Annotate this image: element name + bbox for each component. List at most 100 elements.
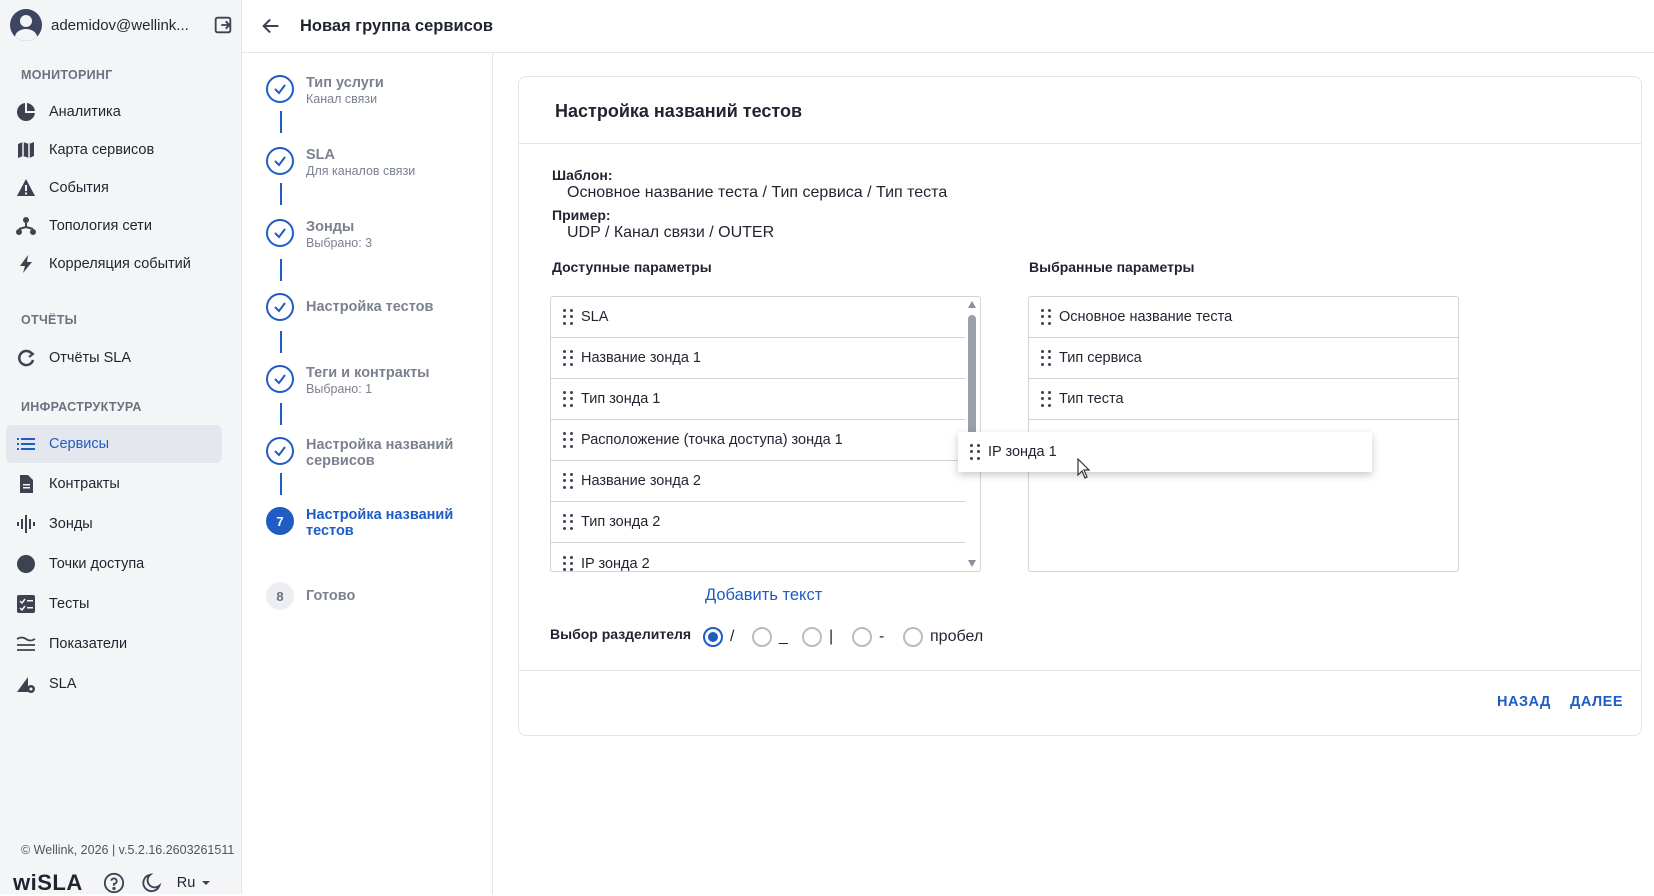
drag-handle-icon[interactable] [563, 309, 573, 325]
sidebar-item-tests[interactable]: Тесты [6, 585, 222, 623]
list-item-label: Название зонда 1 [581, 350, 702, 366]
step-title: SLA [306, 147, 335, 163]
page-header: Новая группа сервисов [242, 0, 1654, 53]
sidebar-item-probes[interactable]: Зонды [6, 505, 222, 543]
sla-gear-icon [15, 673, 37, 695]
list-item[interactable]: Название зонда 2 [551, 461, 967, 502]
drag-handle-icon[interactable] [563, 391, 573, 407]
drag-handle-icon[interactable] [563, 432, 573, 448]
sidebar-item-label: Показатели [49, 636, 128, 652]
drag-handle-icon[interactable] [563, 555, 573, 571]
scroll-thumb[interactable] [968, 315, 976, 437]
sidebar-item-analytics[interactable]: Аналитика [6, 93, 222, 131]
list-item-label: Расположение (точка доступа) зонда 1 [581, 432, 843, 448]
list-item[interactable]: Тип зонда 2 [551, 502, 967, 543]
step-connector [280, 403, 282, 425]
step-test-names[interactable]: 7 Настройка названий тестов [266, 507, 486, 547]
selected-params-title: Выбранные параметры [1029, 259, 1195, 275]
circle-icon [15, 553, 37, 575]
radio-unchecked-icon[interactable] [903, 627, 923, 647]
radio-unchecked-icon[interactable] [852, 627, 872, 647]
sidebar-item-topology[interactable]: Топология сети [6, 207, 222, 245]
sidebar-item-sla[interactable]: SLA [6, 665, 222, 703]
sidebar-item-label: Топология сети [49, 218, 152, 234]
sidebar-item-correlation[interactable]: Корреляция событий [6, 245, 222, 283]
drag-handle-icon[interactable] [563, 350, 573, 366]
sidebar-item-label: Точки доступа [49, 556, 145, 572]
list-item[interactable]: SLA [551, 297, 967, 338]
step-title: Настройка названий тестов [306, 507, 454, 539]
drag-handle-icon[interactable] [563, 473, 573, 489]
help-icon[interactable] [103, 872, 125, 894]
step-service-names[interactable]: Настройка названий сервисов [266, 437, 486, 477]
separator-radio-dash[interactable]: - [852, 627, 884, 647]
back-button[interactable]: НАЗАД [1497, 694, 1551, 710]
list-item[interactable]: Тип сервиса [1029, 338, 1458, 379]
language-select[interactable]: Ru [177, 875, 214, 891]
sidebar: ademidov@wellink... МОНИТОРИНГ Аналитика… [0, 0, 242, 895]
step-subtitle: Для каналов связи [306, 164, 416, 178]
step-number: 8 [266, 582, 294, 610]
separator-label: Выбор разделителя [550, 626, 692, 642]
list-item-label: SLA [581, 309, 609, 325]
step-tags-contracts[interactable]: Теги и контракты Выбрано: 1 [266, 365, 486, 405]
list-item[interactable]: Расположение (точка доступа) зонда 1 [551, 420, 967, 461]
drag-handle-icon[interactable] [1041, 350, 1051, 366]
list-item[interactable]: Тип зонда 1 [551, 379, 967, 420]
add-text-link[interactable]: Добавить текст [705, 586, 822, 605]
back-arrow-icon[interactable] [260, 15, 282, 37]
moon-icon[interactable] [141, 872, 163, 894]
step-tests-setup[interactable]: Настройка тестов [266, 293, 486, 323]
check-icon [266, 147, 294, 175]
list-item[interactable]: IP зонда 2 [551, 543, 967, 571]
sidebar-item-label: Отчёты SLA [49, 350, 132, 366]
dragging-item[interactable]: IP зонда 1 [958, 432, 1372, 472]
list-item[interactable]: Основное название теста [1029, 297, 1458, 338]
next-button[interactable]: ДАЛЕЕ [1570, 694, 1623, 710]
separator-radio-slash[interactable]: / [703, 627, 734, 647]
radio-label: | [829, 628, 834, 645]
list-item-label: Тип сервиса [1059, 350, 1142, 366]
scroll-down-arrow-icon[interactable] [968, 560, 976, 567]
drag-handle-icon[interactable] [1041, 309, 1051, 325]
separator-radio-space[interactable]: пробел [903, 627, 983, 647]
available-params-list[interactable]: SLA Название зонда 1 Тип зонда 1 Располо… [550, 296, 981, 572]
language-label: Ru [176, 875, 196, 891]
user-menu[interactable]: ademidov@wellink... [10, 8, 234, 42]
mouse-cursor-icon [1077, 458, 1091, 479]
step-subtitle: Выбрано: 1 [306, 382, 373, 396]
sidebar-item-label: Тесты [49, 596, 90, 612]
template-value: Основное название теста / Тип сервиса / … [567, 184, 948, 201]
sidebar-item-sla-reports[interactable]: Отчёты SLA [6, 339, 222, 377]
template-label: Шаблон: [552, 167, 613, 183]
scroll-up-arrow-icon[interactable] [968, 301, 976, 308]
step-service-type[interactable]: Тип услуги Канал связи [266, 75, 486, 115]
step-connector [280, 183, 282, 205]
sidebar-footer: wiSLA Ru [13, 870, 233, 895]
radio-unchecked-icon[interactable] [752, 627, 772, 647]
step-probes[interactable]: Зонды Выбрано: 3 [266, 219, 486, 259]
sidebar-item-metrics[interactable]: Показатели [6, 625, 222, 663]
step-title: Настройка тестов [306, 299, 434, 315]
separator-radio-pipe[interactable]: | [802, 627, 833, 647]
radio-unchecked-icon[interactable] [802, 627, 822, 647]
list-item[interactable]: Тип теста [1029, 379, 1458, 420]
step-subtitle: Канал связи [306, 92, 378, 106]
radio-checked-icon[interactable] [703, 627, 723, 647]
pie-chart-icon [15, 101, 37, 123]
drag-handle-icon[interactable] [1041, 391, 1051, 407]
probe-wave-icon [15, 513, 37, 535]
separator-radio-underscore[interactable]: _ [752, 627, 788, 647]
step-connector [280, 473, 282, 495]
sidebar-item-service-map[interactable]: Карта сервисов [6, 131, 222, 169]
sidebar-item-services[interactable]: Сервисы [6, 425, 222, 463]
drag-handle-icon[interactable] [563, 514, 573, 530]
sidebar-item-contracts[interactable]: Контракты [6, 465, 222, 503]
drag-handle-icon[interactable] [970, 444, 980, 460]
step-title: Настройка названий сервисов [306, 437, 454, 469]
logout-icon[interactable] [212, 14, 234, 36]
sidebar-item-access-points[interactable]: Точки доступа [6, 545, 222, 583]
step-sla[interactable]: SLA Для каналов связи [266, 147, 486, 187]
list-item[interactable]: Название зонда 1 [551, 338, 967, 379]
sidebar-item-events[interactable]: События [6, 169, 222, 207]
